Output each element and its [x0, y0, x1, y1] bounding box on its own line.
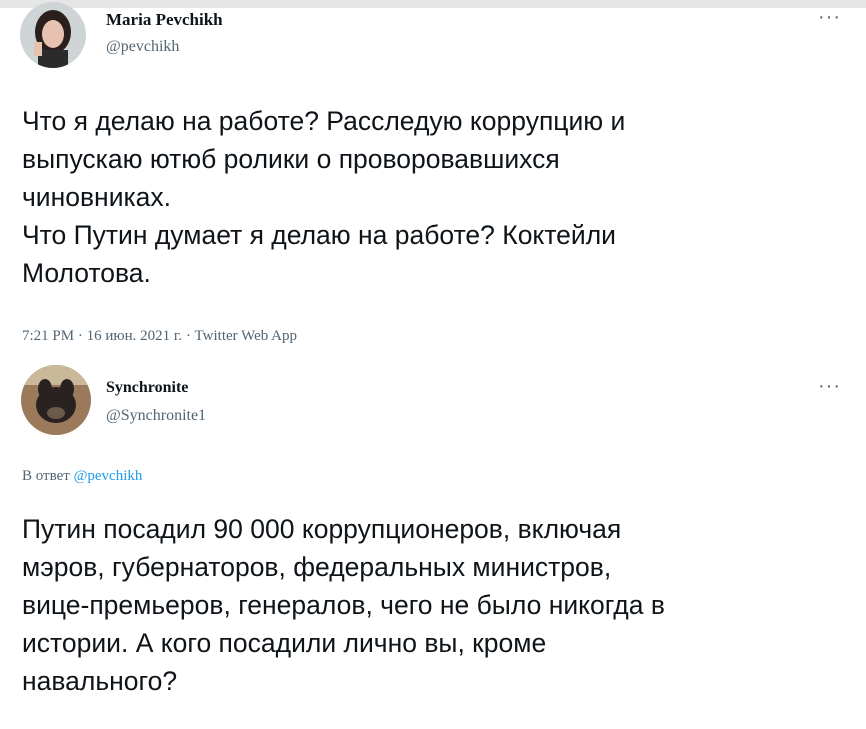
- tweet-metadata[interactable]: 7:21 PM · 16 июн. 2021 г. · Twitter Web …: [22, 328, 297, 345]
- author-name[interactable]: Synchronite: [106, 379, 188, 397]
- more-options-button[interactable]: ···: [818, 376, 841, 396]
- tweet-original: Maria Pevchikh @pevchikh ··· Что я делаю…: [0, 0, 866, 353]
- author-name[interactable]: Maria Pevchikh: [106, 10, 223, 30]
- author-handle[interactable]: @pevchikh: [106, 38, 179, 56]
- more-horizontal-icon: ···: [818, 6, 841, 28]
- author-handle[interactable]: @Synchronite1: [106, 407, 206, 425]
- reply-to-link[interactable]: @pevchikh: [74, 468, 143, 484]
- reply-context: В ответ @pevchikh: [22, 468, 142, 485]
- more-options-button[interactable]: ···: [818, 7, 841, 27]
- avatar[interactable]: [20, 2, 86, 68]
- tweet-reply: Synchronite @Synchronite1 ··· В ответ @p…: [0, 353, 866, 729]
- tweet-text: Что я делаю на работе? Расследую коррупц…: [22, 106, 626, 288]
- avatar[interactable]: [21, 365, 91, 435]
- reply-prefix: В ответ: [22, 468, 70, 484]
- tweet-text: Путин посадил 90 000 коррупционеров, вкл…: [22, 514, 665, 696]
- avatar-image: [21, 365, 91, 435]
- more-horizontal-icon: ···: [818, 375, 841, 397]
- top-divider: [0, 0, 866, 8]
- avatar-image: [20, 2, 86, 68]
